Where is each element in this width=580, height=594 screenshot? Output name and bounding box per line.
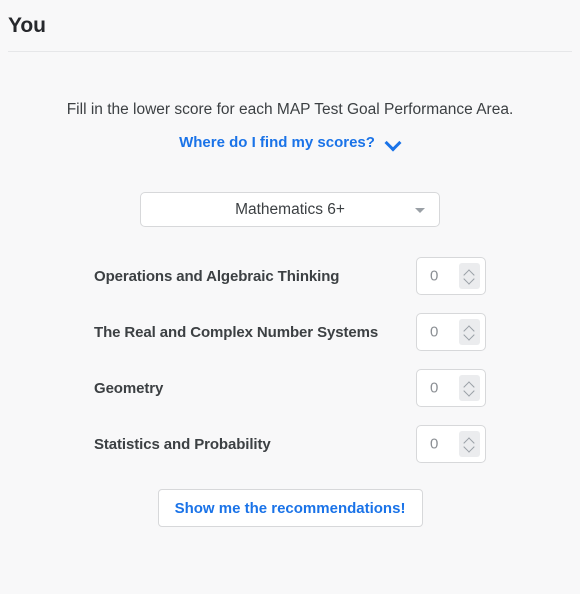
goal-row: Statistics and Probability 0: [94, 425, 486, 464]
page-title: You: [8, 13, 46, 37]
goal-score-value: 0: [430, 323, 439, 341]
chevron-down-icon[interactable]: [386, 135, 401, 150]
goal-score-input[interactable]: 0: [416, 313, 486, 352]
spinner-updown-icon[interactable]: [459, 319, 480, 346]
goal-score-input[interactable]: 0: [416, 257, 486, 296]
subject-select-wrap: Mathematics 6+: [0, 192, 580, 228]
goal-list: Operations and Algebraic Thinking 0 The …: [0, 257, 580, 464]
show-recommendations-button[interactable]: Show me the recommendations!: [157, 489, 423, 528]
spinner-updown-icon[interactable]: [459, 431, 480, 458]
goal-score-value: 0: [430, 267, 439, 285]
goal-label: Statistics and Probability: [94, 435, 271, 453]
goal-label: Geometry: [94, 379, 164, 397]
goal-label: Operations and Algebraic Thinking: [94, 267, 340, 285]
submit-wrap: Show me the recommendations!: [0, 489, 580, 528]
goal-score-value: 0: [430, 379, 439, 397]
goal-row: Operations and Algebraic Thinking 0: [94, 257, 486, 296]
instruction-text: Fill in the lower score for each MAP Tes…: [66, 101, 514, 118]
intro-section: Fill in the lower score for each MAP Tes…: [0, 100, 580, 151]
goal-row: The Real and Complex Number Systems 0: [94, 313, 486, 352]
caret-down-icon: [415, 207, 425, 213]
subject-select-label: Mathematics 6+: [235, 200, 345, 218]
header-divider: [8, 51, 572, 52]
spinner-updown-icon[interactable]: [459, 263, 480, 290]
goal-row: Geometry 0: [94, 369, 486, 408]
spinner-updown-icon[interactable]: [459, 375, 480, 402]
goal-score-input[interactable]: 0: [416, 369, 486, 408]
where-do-i-find-my-scores-link[interactable]: Where do I find my scores?: [179, 134, 375, 151]
goal-score-value: 0: [430, 435, 439, 453]
subject-select[interactable]: Mathematics 6+: [140, 192, 440, 228]
page-header: You: [0, 0, 580, 51]
help-link-row: Where do I find my scores?: [0, 134, 580, 151]
goal-label: The Real and Complex Number Systems: [94, 323, 379, 341]
goal-score-input[interactable]: 0: [416, 425, 486, 464]
